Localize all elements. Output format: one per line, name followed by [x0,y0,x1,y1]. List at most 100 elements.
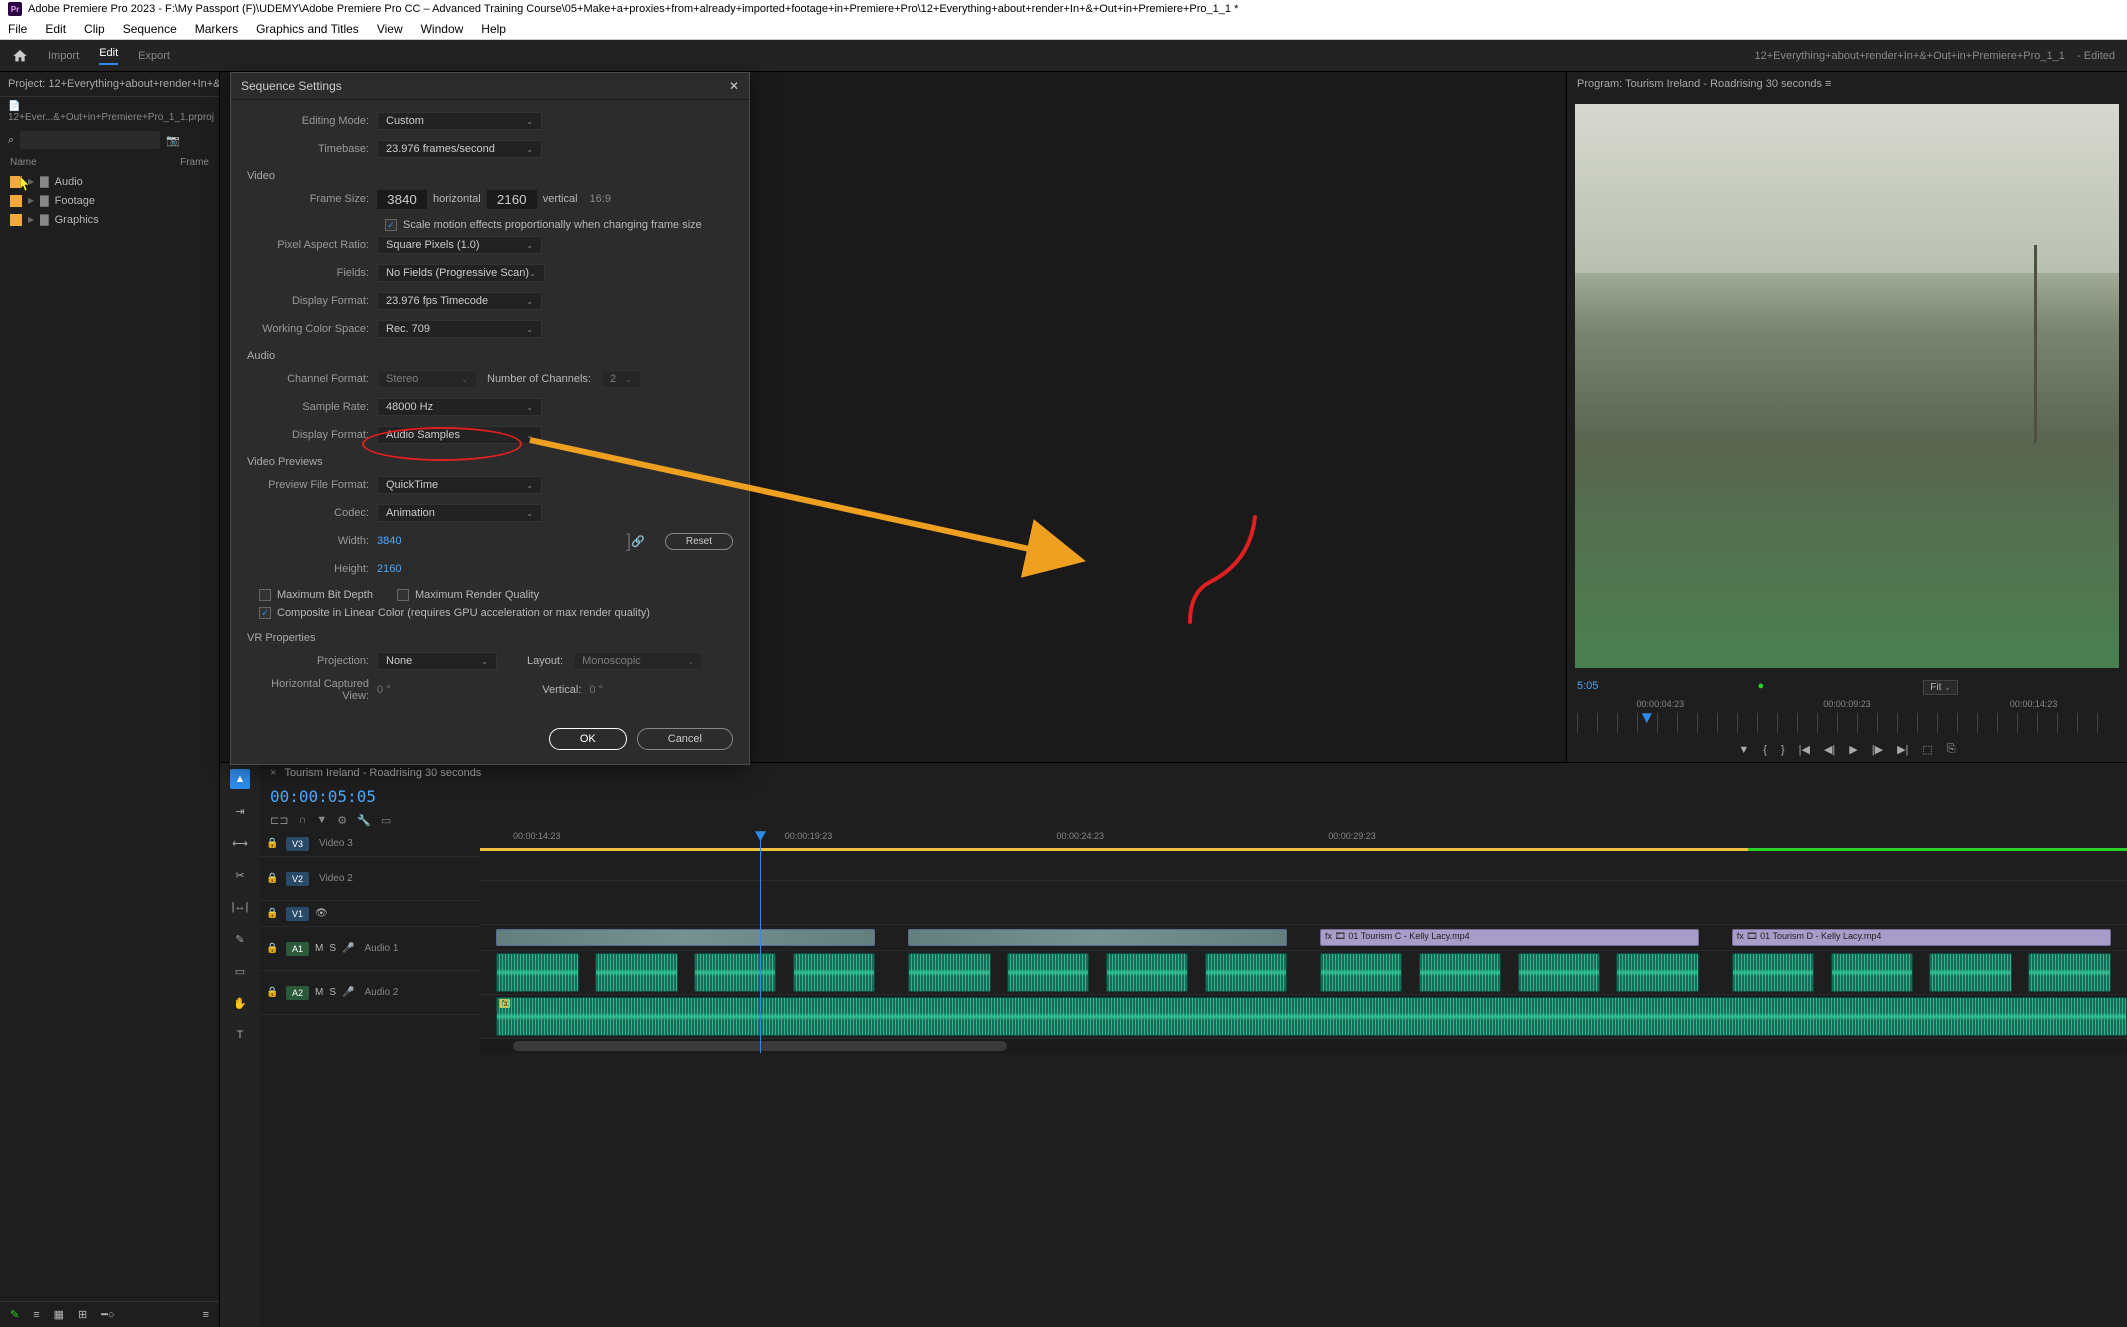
bin-graphics[interactable]: ▶ ▇ Graphics [0,210,219,229]
fields-dropdown[interactable]: No Fields (Progressive Scan)⌄ [377,264,545,282]
track-select-tool[interactable]: ⇥ [230,801,250,821]
filter-icon[interactable]: 📷 [166,134,180,147]
project-search-input[interactable] [20,131,160,149]
add-marker-icon[interactable]: ▼ [1738,744,1749,756]
voice-icon[interactable]: 🎤 [342,987,354,998]
track-header-a2[interactable]: 🔒 A2 M S 🎤 Audio 2 [260,971,480,1015]
chevron-right-icon[interactable]: ▶ [28,215,34,224]
preview-height-value[interactable]: 2160 [377,563,401,575]
razor-tool[interactable]: ✂ [230,865,250,885]
rectangle-tool[interactable]: ▭ [230,961,250,981]
track-badge[interactable]: A2 [286,986,309,1000]
hand-tool[interactable]: ✋ [230,993,250,1013]
timeline-ruler[interactable]: 00:00:14:2300:00:19:2300:00:24:2300:00:2… [480,831,2127,855]
menu-file[interactable]: File [8,22,27,35]
pen-color-icon[interactable]: ✎ [10,1308,19,1321]
close-sequence-icon[interactable]: × [270,767,276,779]
timeline-timecode[interactable]: 00:00:05:05 [260,783,2127,810]
project-panel-tab[interactable]: Project: 12+Everything+about+render+In+&… [0,72,219,97]
track-header-v2[interactable]: 🔒 V2 Video 2 [260,857,480,901]
mute-icon[interactable]: M [315,987,323,998]
type-tool[interactable]: T [230,1025,250,1045]
linked-selection-icon[interactable]: ∩ [298,814,306,827]
menu-window[interactable]: Window [421,22,464,35]
track-header-v1[interactable]: 🔒 V1 👁 [260,901,480,927]
pen-tool[interactable]: ✎ [230,929,250,949]
reset-button[interactable]: Reset [665,533,733,550]
settings-icon[interactable]: ⚙ [337,814,347,827]
track-badge[interactable]: V2 [286,872,309,886]
menu-markers[interactable]: Markers [195,22,238,35]
freeform-icon[interactable]: ⊞ [78,1308,87,1321]
bin-footage[interactable]: ▶ ▇ Footage [0,191,219,210]
max-render-quality-checkbox[interactable] [397,589,409,601]
play-icon[interactable]: ▶ [1849,743,1857,756]
preview-file-format-dropdown[interactable]: QuickTime⌄ [377,476,542,494]
solo-icon[interactable]: S [329,943,336,954]
step-forward-icon[interactable]: |▶ [1872,743,1883,756]
cancel-button[interactable]: Cancel [637,728,733,750]
track-badge[interactable]: V1 [286,907,309,921]
track-v3-lane[interactable] [480,855,2127,881]
program-timecode[interactable]: 5:05 [1577,680,1598,695]
editing-mode-dropdown[interactable]: Custom⌄ [377,112,542,130]
mark-in-icon[interactable]: { [1763,744,1767,756]
menu-sequence[interactable]: Sequence [123,22,177,35]
workspace-import[interactable]: Import [48,50,79,62]
track-badge[interactable]: A1 [286,942,309,956]
zoom-fit-dropdown[interactable]: Fit ⌄ [1923,680,1958,695]
menu-help[interactable]: Help [481,22,506,35]
toggle-output-icon[interactable]: 👁 [315,908,328,919]
display-format-dropdown[interactable]: 23.976 fps Timecode⌄ [377,292,542,310]
audio-display-format-dropdown[interactable]: Audio Samples⌄ [377,426,542,444]
lift-icon[interactable]: ⬚ [1922,743,1932,756]
track-header-v3[interactable]: 🔒 V3 Video 3 [260,831,480,857]
timeline-playhead[interactable] [760,831,761,1053]
track-header-a1[interactable]: 🔒 A1 M S 🎤 Audio 1 [260,927,480,971]
ok-button[interactable]: OK [549,728,627,750]
lock-icon[interactable]: 🔒 [266,873,280,884]
track-v1-lane[interactable]: fx 🎞 01 Tourism C - Kelly Lacy.mp4 fx 🎞 … [480,925,2127,951]
add-marker-icon[interactable]: ▼ [316,814,327,827]
lock-icon[interactable]: 🔒 [266,838,280,849]
workspace-export[interactable]: Export [138,50,170,62]
wrench-icon[interactable]: 🔧 [357,814,371,827]
color-space-dropdown[interactable]: Rec. 709⌄ [377,320,542,338]
lock-icon[interactable]: 🔒 [266,943,280,954]
par-dropdown[interactable]: Square Pixels (1.0)⌄ [377,236,542,254]
track-a1-lane[interactable] [480,951,2127,995]
chevron-right-icon[interactable]: ▶ [28,196,34,205]
solo-icon[interactable]: S [329,987,336,998]
caption-icon[interactable]: ▭ [381,814,391,827]
lock-icon[interactable]: 🔒 [266,908,280,919]
mark-out-icon[interactable]: } [1781,744,1785,756]
menu-edit[interactable]: Edit [45,22,66,35]
zoom-slider[interactable]: ━○ [101,1308,114,1321]
step-back-icon[interactable]: ◀| [1824,743,1835,756]
max-bit-depth-checkbox[interactable] [259,589,271,601]
slip-tool[interactable]: |↔| [230,897,250,917]
go-to-in-icon[interactable]: |◀ [1799,743,1810,756]
col-frame[interactable]: Frame [180,157,209,168]
home-icon[interactable] [12,48,28,64]
link-icon[interactable]: 🔗 [631,535,645,548]
workspace-edit[interactable]: Edit [99,47,118,65]
snap-icon[interactable]: ⊏⊐ [270,814,288,827]
timeline-tracks-area[interactable]: 00:00:14:2300:00:19:2300:00:24:2300:00:2… [480,831,2127,1053]
frame-height-input[interactable] [487,190,537,209]
codec-dropdown[interactable]: Animation⌄ [377,504,542,522]
sample-rate-dropdown[interactable]: 48000 Hz⌄ [377,398,542,416]
voice-icon[interactable]: 🎤 [342,943,354,954]
lock-icon[interactable]: 🔒 [266,987,280,998]
sequence-tab[interactable]: Tourism Ireland - Roadrising 30 seconds [284,767,481,779]
menu-view[interactable]: View [377,22,403,35]
timebase-dropdown[interactable]: 23.976 frames/second⌄ [377,140,542,158]
track-a2-lane[interactable]: fx [480,995,2127,1039]
mute-icon[interactable]: M [315,943,323,954]
col-name[interactable]: Name [10,157,37,168]
bin-audio[interactable]: ▶ ▇ Audio [0,172,219,191]
program-monitor-tab[interactable]: Program: Tourism Ireland - Roadrising 30… [1567,72,2127,96]
ripple-edit-tool[interactable]: ⟷ [230,833,250,853]
composite-linear-checkbox[interactable] [259,607,271,619]
list-view-icon[interactable]: ≡ [33,1309,39,1321]
